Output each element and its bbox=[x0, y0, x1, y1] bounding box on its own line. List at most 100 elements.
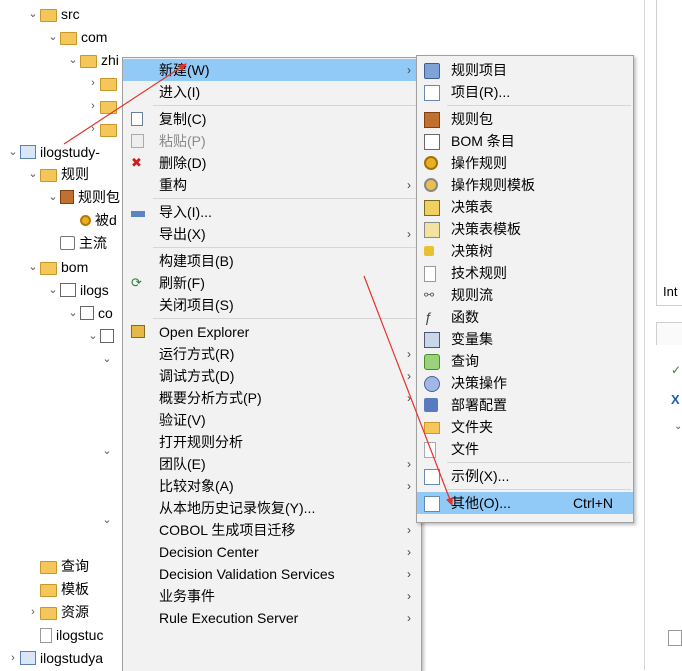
tree-item-label: src bbox=[61, 6, 80, 22]
tree-item[interactable]: ⌄ zhi bbox=[66, 49, 119, 71]
menu-item[interactable]: 关闭项目(S) bbox=[123, 294, 421, 316]
menu-item[interactable]: 查询 bbox=[417, 350, 633, 372]
menu-item-label: 业务事件 bbox=[159, 588, 215, 604]
chevron-right-icon: › bbox=[407, 567, 411, 581]
chevron-right-icon[interactable]: › bbox=[86, 72, 100, 94]
menu-item[interactable]: 新建(W) › bbox=[123, 59, 421, 81]
menu-item[interactable]: Rule Execution Server › bbox=[123, 607, 421, 629]
menu-item[interactable]: 构建项目(B) bbox=[123, 250, 421, 272]
chevron-down-icon[interactable]: ⌄ bbox=[26, 3, 40, 25]
menu-item[interactable]: 规则项目 bbox=[417, 59, 633, 81]
chevron-right-icon[interactable]: › bbox=[6, 647, 20, 669]
tree-item[interactable]: › bbox=[86, 118, 121, 140]
menu-item[interactable]: 决策操作 bbox=[417, 372, 633, 394]
menu-item[interactable]: 从本地历史记录恢复(Y)... bbox=[123, 497, 421, 519]
folder-icon bbox=[424, 422, 440, 434]
menu-item[interactable]: 文件夹 bbox=[417, 416, 633, 438]
menu-item[interactable]: 运行方式(R) › bbox=[123, 343, 421, 365]
tree-item[interactable]: ⌄ bbox=[100, 440, 114, 462]
menu-item[interactable]: 复制(C) bbox=[123, 108, 421, 130]
menu-item[interactable]: 操作规则模板 bbox=[417, 174, 633, 196]
menu-item[interactable]: 进入(I) bbox=[123, 81, 421, 103]
tree-item[interactable]: ⌄ bbox=[86, 325, 118, 347]
chevron-down-icon[interactable]: ⌄ bbox=[66, 302, 80, 324]
menu-item[interactable]: 比较对象(A) › bbox=[123, 475, 421, 497]
chevron-down-icon[interactable]: ⌄ bbox=[66, 49, 80, 71]
tree-item[interactable]: ⌄ bbox=[100, 348, 114, 370]
tree-item[interactable]: › ilogstudya bbox=[6, 647, 103, 669]
menu-separator bbox=[153, 247, 419, 248]
menu-item[interactable]: 示例(X)... bbox=[417, 465, 633, 487]
tree-item[interactable]: ⌄ 规则包 bbox=[46, 186, 120, 208]
menu-item[interactable]: BOM 条目 bbox=[417, 130, 633, 152]
menu-item-label: 决策操作 bbox=[451, 375, 507, 391]
menu-item[interactable]: 其他(O)... Ctrl+N bbox=[417, 492, 633, 514]
chevron-down-icon[interactable]: ⌄ bbox=[26, 256, 40, 278]
tree-item[interactable]: ⌄ bom bbox=[26, 256, 88, 278]
chevron-down-icon[interactable]: ⌄ bbox=[26, 163, 40, 185]
tree-item[interactable]: ⌄ com bbox=[46, 26, 107, 48]
menu-item[interactable]: 团队(E) › bbox=[123, 453, 421, 475]
minimized-panel-icon[interactable] bbox=[668, 630, 682, 646]
chevron-right-icon[interactable]: › bbox=[86, 95, 100, 117]
menu-item[interactable]: 项目(R)... bbox=[417, 81, 633, 103]
chevron-down-icon[interactable]: ⌄ bbox=[46, 186, 60, 208]
tree-item[interactable]: ⌄ ilogstudy- bbox=[6, 141, 100, 163]
chevron-down-icon[interactable]: ⌄ bbox=[46, 26, 60, 48]
tree-item[interactable]: 查询 bbox=[26, 555, 89, 577]
menu-item[interactable]: 文件 bbox=[417, 438, 633, 460]
menu-item[interactable]: 决策树 bbox=[417, 240, 633, 262]
menu-item[interactable]: 技术规则 bbox=[417, 262, 633, 284]
menu-item[interactable]: Decision Validation Services › bbox=[123, 563, 421, 585]
menu-item[interactable]: 导出(X) › bbox=[123, 223, 421, 245]
menu-item[interactable]: 变量集 bbox=[417, 328, 633, 350]
menu-item[interactable]: 导入(I)... bbox=[123, 201, 421, 223]
menu-item[interactable]: ✖ 删除(D) bbox=[123, 152, 421, 174]
menu-item[interactable]: 调试方式(D) › bbox=[123, 365, 421, 387]
chevron-down-icon[interactable]: ⌄ bbox=[100, 348, 114, 370]
chevron-down-icon[interactable]: ⌄ bbox=[6, 141, 20, 163]
chevron-down-icon[interactable]: ⌄ bbox=[100, 509, 114, 531]
chevron-down-icon[interactable]: ⌄ bbox=[46, 279, 60, 301]
menu-item[interactable]: 验证(V) bbox=[123, 409, 421, 431]
menu-item[interactable]: Decision Center › bbox=[123, 541, 421, 563]
menu-item[interactable]: COBOL 生成项目迁移 › bbox=[123, 519, 421, 541]
chevron-down-icon[interactable]: ⌄ bbox=[86, 325, 100, 347]
menu-item-label: 重构 bbox=[159, 177, 187, 193]
tree-item[interactable]: 模板 bbox=[26, 578, 89, 600]
tree-item[interactable]: ⌄ co bbox=[66, 302, 112, 324]
tree-item[interactable]: › bbox=[86, 95, 121, 117]
menu-item[interactable]: 规则包 bbox=[417, 108, 633, 130]
menu-item[interactable]: 打开规则分析 bbox=[123, 431, 421, 453]
tree-item[interactable]: ⌄ bbox=[100, 509, 114, 531]
menu-item[interactable]: 粘贴(P) bbox=[123, 130, 421, 152]
tree-item[interactable]: 主流 bbox=[46, 232, 107, 254]
chevron-right-icon[interactable]: › bbox=[26, 601, 40, 623]
menu-item[interactable]: ⚯ 规则流 bbox=[417, 284, 633, 306]
chevron-right-icon: › bbox=[407, 178, 411, 192]
chevron-right-icon[interactable]: › bbox=[86, 118, 100, 140]
tree-item[interactable]: ⌄ src bbox=[26, 3, 80, 25]
menu-item[interactable]: 概要分析方式(P) › bbox=[123, 387, 421, 409]
chevron-right-icon: › bbox=[407, 457, 411, 471]
chevron-right-icon: › bbox=[407, 347, 411, 361]
tree-item[interactable]: ilogstuc bbox=[26, 624, 103, 646]
tree-item[interactable]: 被d bbox=[66, 209, 117, 231]
tree-item[interactable]: ⌄ 规则 bbox=[26, 163, 89, 185]
menu-item[interactable]: ƒ 函数 bbox=[417, 306, 633, 328]
chevron-down-icon[interactable]: ⌄ bbox=[100, 440, 114, 462]
menu-item[interactable]: ⟳ 刷新(F) bbox=[123, 272, 421, 294]
tree-item[interactable]: › bbox=[86, 72, 121, 94]
menu-item[interactable]: 操作规则 bbox=[417, 152, 633, 174]
menu-item[interactable]: 决策表模板 bbox=[417, 218, 633, 240]
menu-item[interactable]: Open Explorer bbox=[123, 321, 421, 343]
menu-item[interactable]: 部署配置 bbox=[417, 394, 633, 416]
menu-item[interactable]: 决策表 bbox=[417, 196, 633, 218]
right-panel-tab[interactable] bbox=[656, 322, 682, 345]
tree-item[interactable]: › 资源 bbox=[26, 601, 89, 623]
menu-item[interactable]: 重构 › bbox=[123, 174, 421, 196]
menu-item-label: 操作规则 bbox=[451, 155, 507, 171]
tree-item[interactable]: ⌄ ilogs bbox=[46, 279, 108, 301]
menu-item[interactable]: 业务事件 › bbox=[123, 585, 421, 607]
